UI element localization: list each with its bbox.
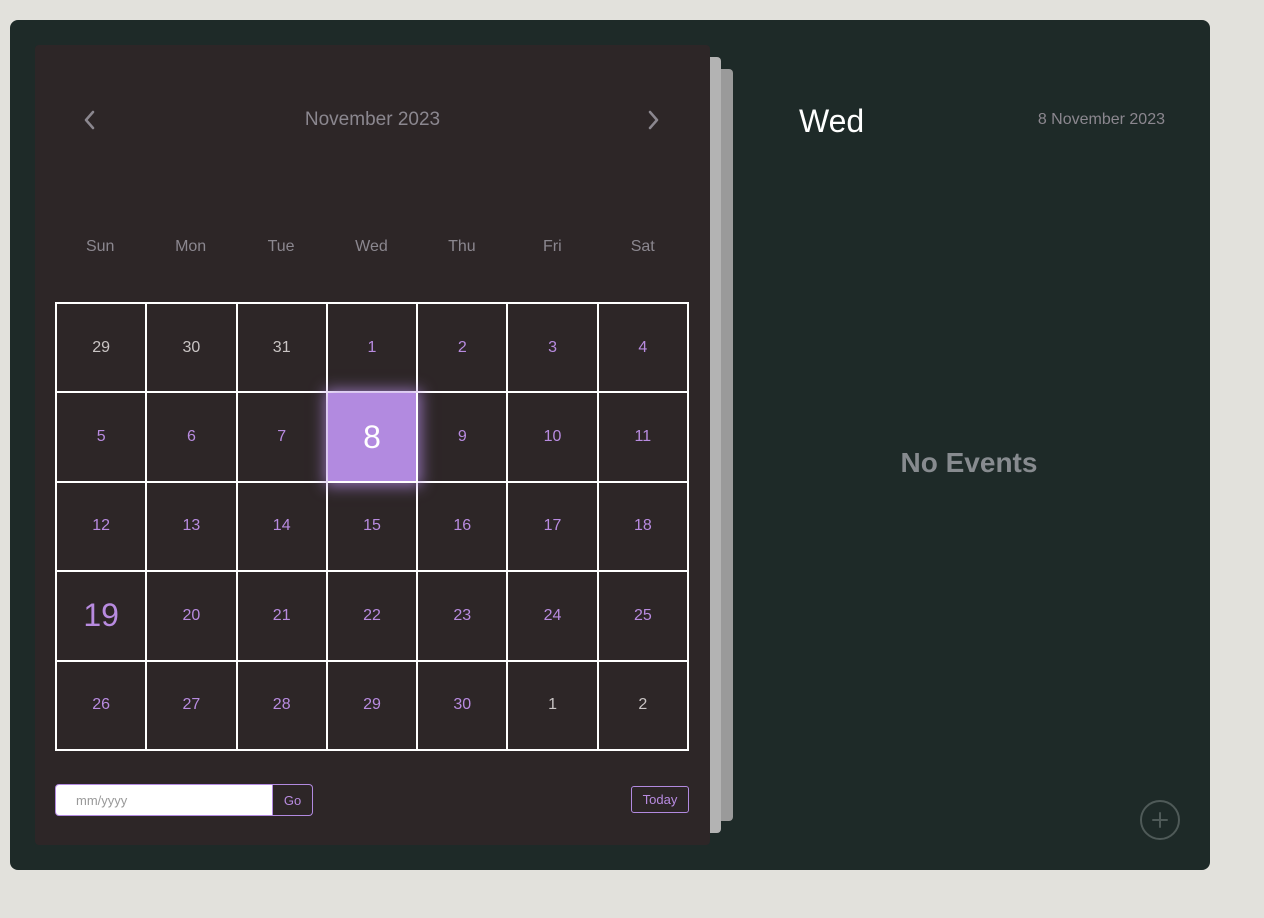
day-cell[interactable]: 25: [598, 572, 689, 662]
weekday-label: Thu: [448, 238, 476, 255]
weekday-label: Mon: [175, 238, 207, 255]
month-title: November 2023: [304, 109, 441, 130]
chevron-right-icon[interactable]: [641, 108, 665, 132]
day-cell[interactable]: 24: [508, 572, 599, 662]
page-edge-decoration: [709, 57, 721, 833]
day-cell[interactable]: 12: [57, 482, 148, 573]
day-cell[interactable]: 28: [237, 661, 328, 751]
plus-icon: [1152, 812, 1168, 828]
day-cell[interactable]: 3: [508, 304, 599, 394]
goto-date-input[interactable]: [55, 784, 273, 816]
day-cell-today[interactable]: 19: [57, 572, 148, 662]
day-cell[interactable]: 1: [508, 661, 599, 751]
day-cell[interactable]: 11: [598, 393, 689, 483]
go-button[interactable]: Go: [273, 784, 313, 816]
day-cell[interactable]: 30: [418, 661, 509, 751]
calendar-app: November 2023 Sun Mon Tue Wed Thu Fri Sa…: [10, 20, 1210, 870]
no-events-message: No Events: [900, 447, 1038, 478]
day-cell[interactable]: 30: [147, 304, 238, 394]
day-cell[interactable]: 18: [598, 482, 689, 573]
weekday-label: Wed: [355, 238, 388, 255]
weekday-label: Fri: [542, 238, 562, 255]
day-cell[interactable]: 31: [237, 304, 328, 394]
day-cell[interactable]: 27: [147, 661, 238, 751]
day-cell[interactable]: 16: [418, 482, 509, 573]
day-cell[interactable]: 23: [418, 572, 509, 662]
day-cell[interactable]: 10: [508, 393, 599, 483]
day-grid: 29 30 31 1 2 3 4 5 6 7 8 9 10 11 12 13 14 15 16 17 18 19 20 21 2…: [55, 302, 689, 751]
day-cell[interactable]: 7: [237, 393, 328, 483]
selected-date: 8 November 2023: [1037, 111, 1165, 128]
day-cell[interactable]: 14: [237, 482, 328, 573]
day-cell[interactable]: 1: [327, 304, 419, 394]
day-cell[interactable]: 2: [418, 304, 509, 394]
weekday-label: Sat: [630, 238, 655, 255]
day-cell[interactable]: 2: [598, 661, 689, 751]
weekday-label: Tue: [267, 238, 295, 255]
day-cell[interactable]: 22: [327, 572, 419, 662]
page-edge-decoration: [719, 69, 733, 821]
selected-day-name: Wed: [799, 103, 865, 139]
day-cell[interactable]: 29: [327, 661, 419, 751]
day-cell[interactable]: 26: [57, 661, 148, 751]
goto-date-form: Go: [55, 784, 313, 816]
day-cell[interactable]: 15: [327, 482, 419, 573]
day-cell-selected[interactable]: 8: [327, 393, 419, 483]
day-cell[interactable]: 13: [147, 482, 238, 573]
add-event-button[interactable]: [1140, 800, 1180, 840]
day-cell[interactable]: 29: [57, 304, 148, 394]
calendar-panel: November 2023 Sun Mon Tue Wed Thu Fri Sa…: [35, 45, 710, 845]
weekday-header: Sun Mon Tue Wed Thu Fri Sat: [55, 237, 688, 257]
day-cell[interactable]: 20: [147, 572, 238, 662]
day-cell[interactable]: 4: [598, 304, 689, 394]
today-button[interactable]: Today: [631, 786, 689, 813]
day-cell[interactable]: 9: [418, 393, 509, 483]
day-cell[interactable]: 17: [508, 482, 599, 573]
day-cell[interactable]: 5: [57, 393, 148, 483]
day-cell[interactable]: 6: [147, 393, 238, 483]
weekday-label: Sun: [85, 238, 115, 255]
day-cell[interactable]: 21: [237, 572, 328, 662]
